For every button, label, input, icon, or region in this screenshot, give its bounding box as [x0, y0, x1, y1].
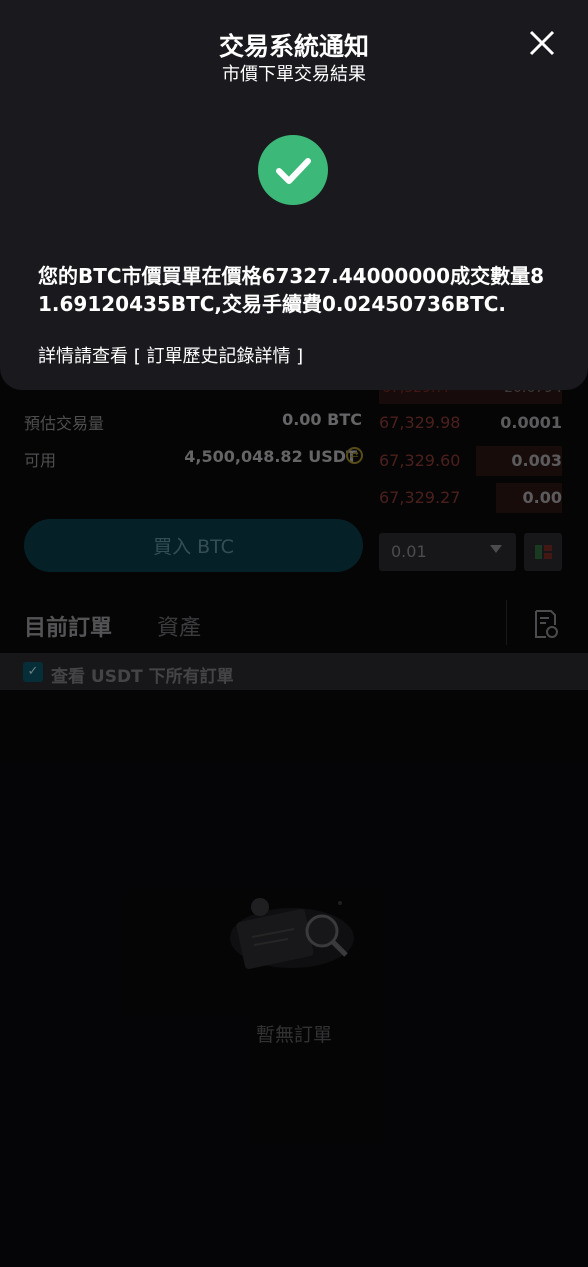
orderbook-price: 67,329.60: [379, 451, 461, 470]
trade-result-message: 您的BTC市價買單在價格67327.44000000成交數量81.6912043…: [38, 264, 544, 316]
quantity-select[interactable]: 0.01: [379, 533, 516, 571]
quantity-select-value: 0.01: [391, 542, 427, 561]
close-button[interactable]: [525, 26, 559, 60]
empty-orders-text: 暫無訂單: [255, 1024, 332, 1046]
empty-orders-illustration: [222, 893, 362, 977]
layout-bar-icon: [544, 553, 552, 559]
orderbook-ask-row[interactable]: 67,329.27 0.00: [379, 483, 562, 513]
layout-bar-icon: [535, 545, 542, 559]
est-volume-value: 0.00 BTC: [282, 410, 362, 429]
layout-bar-icon: [544, 545, 552, 551]
close-icon: [529, 30, 555, 56]
modal-title: 交易系統通知: [218, 32, 369, 61]
est-volume-label: 預估交易量: [24, 414, 105, 433]
orderbook-ask-row[interactable]: 67,329.98 0.0001: [379, 408, 562, 438]
est-volume-unit: BTC: [327, 410, 362, 429]
tab-current-orders[interactable]: 目前訂單: [24, 610, 112, 642]
order-history-icon[interactable]: [533, 609, 559, 643]
available-value: 4,500,048.82 USDT: [184, 447, 357, 466]
orderbook-qty: 0.00: [522, 488, 562, 507]
check-circle-icon: [258, 135, 328, 205]
order-history-link[interactable]: 詳情請查看 [ 訂單歷史記錄詳情 ]: [38, 342, 303, 368]
trade-notification-modal: 交易系統通知 市價下單交易結果 您的BTC市價買單在價格67327.440000…: [0, 0, 588, 390]
swap-icon[interactable]: ⇄: [346, 447, 363, 464]
est-volume-number: 0.00: [282, 410, 322, 429]
orderbook-qty: 0.003: [511, 451, 562, 470]
chevron-down-icon: [490, 545, 502, 553]
show-all-orders-label: 查看 USDT 下所有訂單: [51, 667, 234, 687]
available-label: 可用: [24, 451, 57, 470]
divider: [506, 600, 507, 645]
tab-assets[interactable]: 資產: [157, 610, 201, 642]
show-all-orders-checkbox[interactable]: ✓: [23, 662, 43, 682]
modal-subtitle: 市價下單交易結果: [222, 64, 366, 85]
buy-btc-button[interactable]: 買入 BTC: [24, 519, 363, 572]
orderbook-price: 67,329.98: [379, 413, 461, 432]
orderbook-qty: 0.0001: [500, 413, 562, 432]
available-number: 4,500,048.82: [184, 447, 303, 466]
orderbook-price: 67,329.27: [379, 488, 461, 507]
orderbook-layout-button[interactable]: [524, 533, 562, 571]
orderbook-ask-row[interactable]: 67,329.60 0.003: [379, 446, 562, 476]
